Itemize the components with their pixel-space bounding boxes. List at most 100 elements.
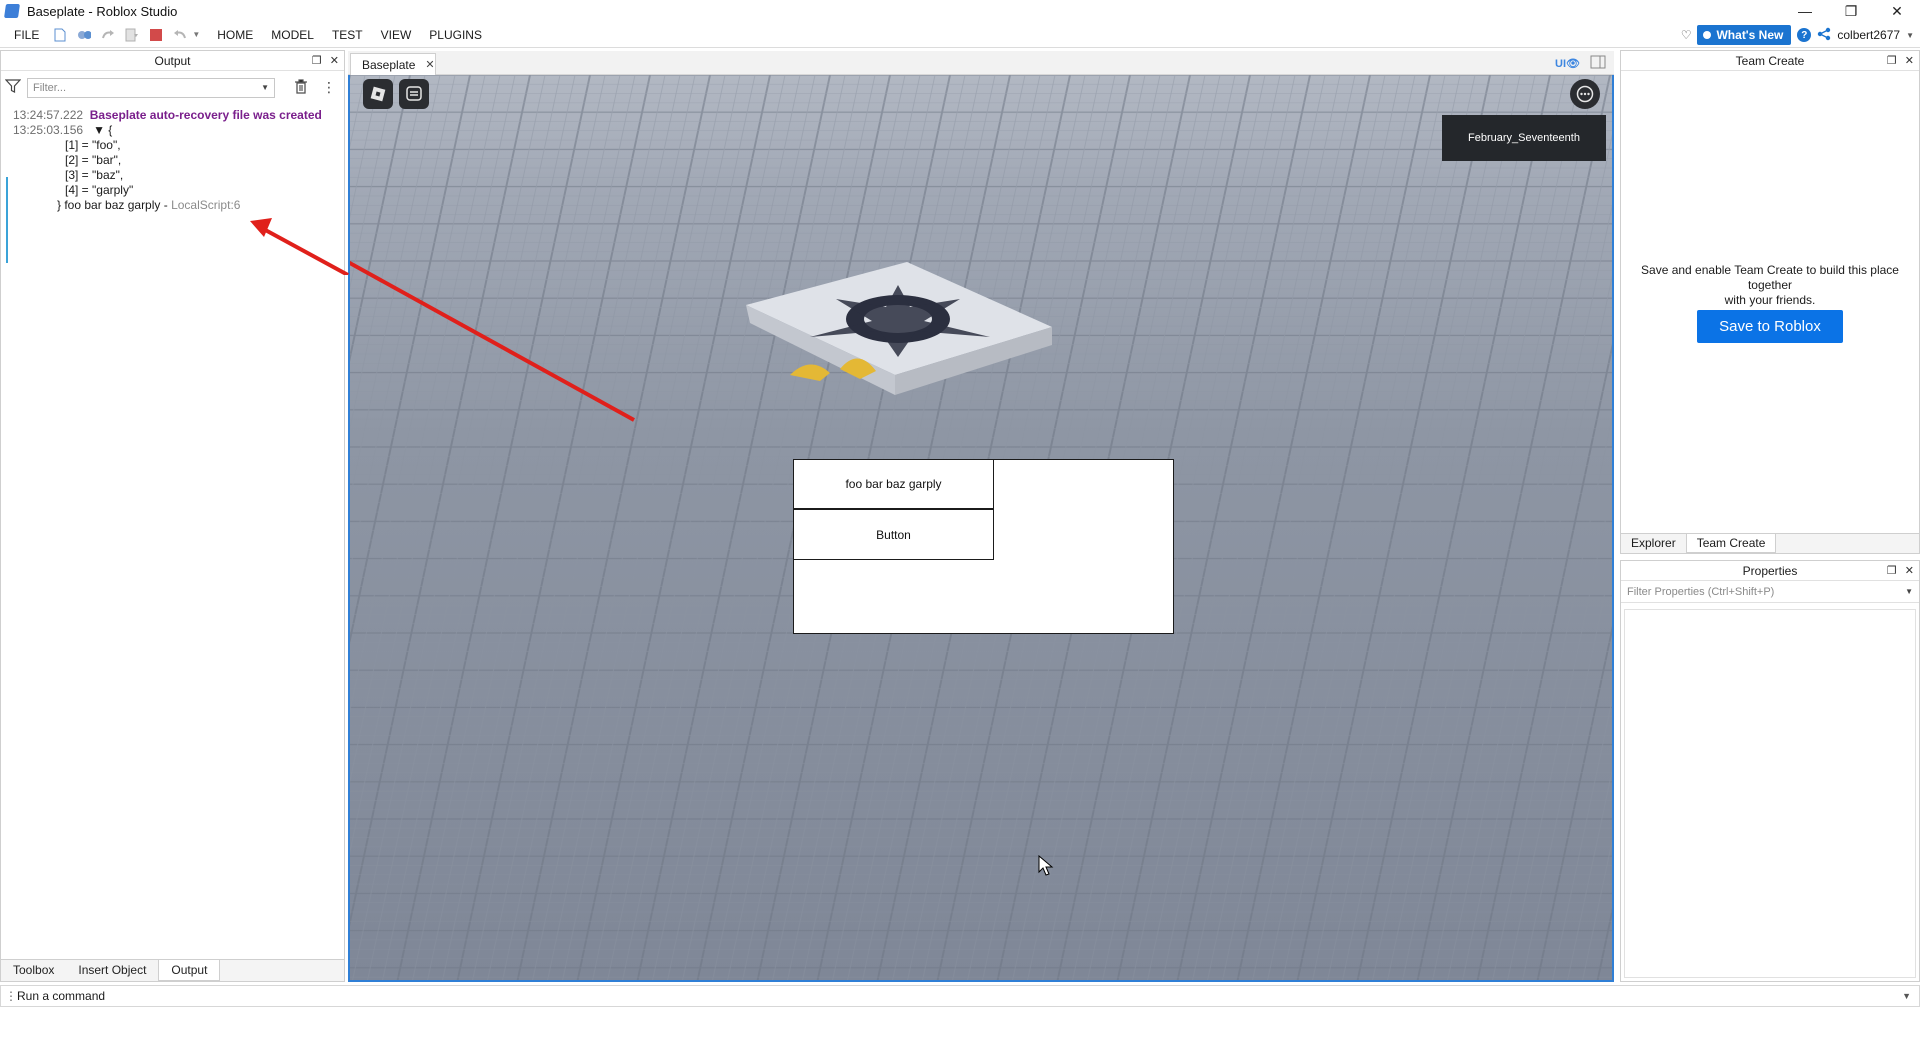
tab-insert-object[interactable]: Insert Object [66,960,158,981]
log-line: 13:24:57.222 Baseplate auto-recovery fil… [13,108,344,123]
log-expand-toggle[interactable]: ▼ { [93,123,112,137]
command-bar[interactable]: ⋮ Run a command ▼ [0,985,1920,1007]
left-panel-tabs: Toolbox Insert Object Output [1,959,344,981]
properties-header: Properties ❐ ✕ [1621,561,1919,581]
properties-filter-placeholder: Filter Properties (Ctrl+Shift+P) [1627,585,1775,598]
log-timestamp: 13:25:03.156 [13,123,84,137]
3d-viewport[interactable]: February_Seventeenth foo bar baz garply … [348,75,1614,982]
command-placeholder: Run a command [17,989,106,1003]
more-options-icon[interactable]: ⋮ [322,79,336,96]
filter-icon[interactable] [4,78,22,97]
team-create-title: Team Create [1735,53,1805,68]
close-panel-icon[interactable]: ✕ [1905,54,1914,67]
gui-text-label: foo bar baz garply [793,459,994,509]
document-tab-bar: Baseplate ✕ UI👁 [348,51,1614,75]
more-menu-button[interactable] [1570,79,1600,109]
close-panel-icon[interactable]: ✕ [330,54,339,67]
username-label[interactable]: colbert2677 [1837,28,1900,42]
right-panel-tabs: Explorer Team Create [1621,533,1919,553]
menu-model[interactable]: MODEL [262,28,323,42]
save-to-roblox-button[interactable]: Save to Roblox [1697,310,1843,343]
roblox-menu-button[interactable] [363,79,393,109]
menu-home[interactable]: HOME [208,28,262,42]
log-table-entry: [2] = "bar", [65,153,122,167]
output-filter-input[interactable]: Filter... ▼ [27,77,275,98]
log-table-entry: [3] = "baz", [65,168,124,182]
team-create-message: Save and enable Team Create to build thi… [1621,263,1919,308]
minimize-icon[interactable]: — [1782,0,1828,22]
title-bar: Baseplate - Roblox Studio — ❐ ✕ [0,0,1920,22]
redo-icon[interactable] [101,28,115,42]
mouse-cursor-icon [1038,855,1054,876]
properties-title: Properties [1742,563,1798,578]
tab-baseplate[interactable]: Baseplate ✕ [350,53,436,75]
output-panel: Output ❐ ✕ Filter... ▼ ⋮ 13:24:57.222 Ba… [0,50,345,982]
chat-button[interactable] [399,79,429,109]
filter-dropdown-icon[interactable]: ▼ [1905,587,1913,596]
help-icon[interactable]: ? [1797,28,1812,42]
team-create-message-line: with your friends. [1724,293,1816,307]
output-panel-title: Output [154,53,191,68]
device-emulator-icon[interactable] [1590,54,1606,73]
undock-icon[interactable]: ❐ [312,54,322,67]
close-tab-icon[interactable]: ✕ [425,58,434,71]
team-create-message-line: Save and enable Team Create to build thi… [1641,263,1899,292]
gui-button[interactable]: Button [793,509,994,560]
tab-team-create[interactable]: Team Create [1685,534,1777,553]
menu-file[interactable]: FILE [0,28,48,42]
document-tab-label: Baseplate [362,57,416,72]
heart-icon[interactable]: ♡ [1681,28,1692,42]
menu-view[interactable]: VIEW [372,28,421,42]
team-create-header: Team Create ❐ ✕ [1621,51,1919,71]
annotation-arrowhead [250,218,349,275]
output-toolbar: Filter... ▼ ⋮ [1,71,344,104]
tab-explorer[interactable]: Explorer [1621,534,1686,553]
menu-bar: FILE ▼ HOME MODEL TEST VIEW PLUGINS ♡ Wh… [0,22,1920,48]
player-list-entry[interactable]: February_Seventeenth [1442,115,1606,161]
properties-panel: Properties ❐ ✕ Filter Properties (Ctrl+S… [1620,560,1920,982]
menu-test[interactable]: TEST [323,28,372,42]
log-line: } foo bar baz garply - LocalScript:6 [13,198,344,213]
share-icon[interactable] [1817,27,1831,44]
ui-visibility-toggle[interactable]: UI👁 [1555,57,1580,70]
drag-handle-icon[interactable]: ⋮ [5,989,17,1003]
log-source-link[interactable]: LocalScript:6 [171,198,240,212]
publish-icon[interactable] [125,28,139,42]
properties-filter-input[interactable]: Filter Properties (Ctrl+Shift+P) ▼ [1621,581,1919,603]
output-filter-placeholder: Filter... [33,81,67,94]
undock-icon[interactable]: ❐ [1887,564,1897,577]
log-table-entry: [4] = "garply" [65,183,134,197]
whats-new-button[interactable]: What's New [1697,25,1792,45]
tab-toolbox[interactable]: Toolbox [1,960,66,981]
close-panel-icon[interactable]: ✕ [1905,564,1914,577]
undo-icon[interactable] [173,28,187,42]
log-line: 13:25:03.156 ▼ { [13,123,344,138]
output-panel-header: Output ❐ ✕ [1,51,344,71]
whats-new-label: What's New [1716,28,1784,42]
tab-output[interactable]: Output [158,960,221,981]
log-timestamp: 13:24:57.222 [13,108,84,122]
restore-icon[interactable]: ❐ [1828,0,1874,22]
notification-dot-icon [1703,31,1712,39]
stop-icon[interactable] [149,28,163,42]
new-file-icon[interactable] [53,28,67,42]
close-icon[interactable]: ✕ [1874,0,1920,22]
quick-access-dropdown-icon[interactable]: ▼ [192,30,200,39]
log-group-marker [6,177,8,263]
output-log: 13:24:57.222 Baseplate auto-recovery fil… [1,104,344,213]
clear-output-icon[interactable] [294,78,308,97]
account-dropdown-icon[interactable]: ▼ [1906,31,1914,40]
team-test-icon[interactable] [77,28,92,42]
properties-list [1624,609,1916,978]
command-history-dropdown-icon[interactable]: ▼ [1902,991,1911,1001]
filter-dropdown-icon[interactable]: ▼ [261,83,269,92]
ui-toggle-label: UI [1555,58,1567,70]
log-table-entry: [1] = "foo", [65,138,121,152]
team-create-panel: Team Create ❐ ✕ Save and enable Team Cre… [1620,50,1920,554]
window-title: Baseplate - Roblox Studio [27,3,178,19]
log-message: Baseplate auto-recovery file was created [89,108,322,122]
undock-icon[interactable]: ❐ [1887,54,1897,67]
roblox-studio-icon [4,4,20,18]
log-message: } foo bar baz garply - [57,198,172,212]
menu-plugins[interactable]: PLUGINS [420,28,491,42]
